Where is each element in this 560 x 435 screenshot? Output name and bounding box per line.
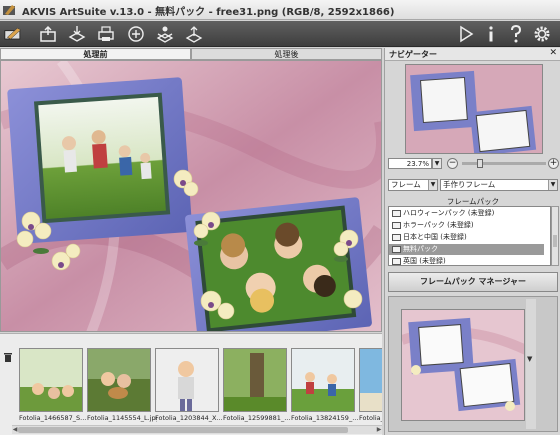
run-icon[interactable] (456, 24, 476, 44)
scroll-right-icon[interactable]: ▶ (376, 426, 382, 434)
chevron-down-icon: ▼ (428, 180, 437, 190)
help-icon[interactable] (506, 24, 526, 44)
list-item-selected[interactable]: 無料パック (389, 244, 544, 255)
thumbnail-item[interactable]: Fotolia_12599881_... (223, 348, 290, 423)
frame-preview-panel: ▼ (388, 296, 558, 432)
brushes-icon[interactable] (4, 24, 28, 44)
save-icon[interactable] (67, 24, 87, 44)
thumbnail-item[interactable]: Fotolia_... (359, 348, 382, 423)
folder-icon (392, 210, 401, 217)
thumbnail-caption: Fotolia_1203844_X... (155, 414, 223, 422)
view-tabs: 処理前 処理後 (0, 48, 382, 60)
open-file-icon[interactable] (38, 24, 58, 44)
frame-preview-image[interactable] (401, 309, 525, 421)
thumbnail-image (359, 348, 382, 412)
thumbnail-image (19, 348, 83, 412)
zoom-out-button[interactable]: − (447, 158, 458, 169)
tab-after[interactable]: 処理後 (191, 48, 382, 60)
framed-photo-collage (1, 61, 381, 331)
thumbnail-caption: Fotolia_1466587_S... (19, 414, 87, 422)
upload-icon[interactable] (184, 24, 204, 44)
thumbnail-image (155, 348, 219, 412)
share-icon[interactable] (126, 24, 146, 44)
image-filmstrip: Fotolia_1466587_S... Fotolia_1145554_L.j… (0, 333, 382, 435)
navigator-title: ナビゲーター (389, 50, 437, 59)
chevron-down-icon[interactable]: ▼ (527, 355, 532, 363)
zoom-slider-track[interactable] (462, 162, 546, 165)
effect-type-value: フレーム (391, 180, 421, 189)
window-title: AKVIS ArtSuite v.13.0 - 無料パック - free31.p… (22, 7, 395, 18)
folder-icon (392, 246, 401, 253)
batch-icon[interactable] (155, 24, 175, 44)
list-item[interactable]: ホラーパック (未登録) (389, 220, 544, 231)
navigator-header: ナビゲーター ✕ (385, 48, 560, 61)
scrollbar-thumb[interactable] (553, 235, 557, 247)
zoom-slider-handle[interactable] (477, 159, 484, 168)
frame-style-select[interactable]: 手作りフレーム ▼ (440, 179, 558, 191)
thumbnail-item[interactable]: Fotolia_1466587_S... (19, 348, 86, 423)
image-canvas[interactable] (0, 60, 382, 332)
list-item[interactable]: ハロウィーンパック (未登録) (389, 208, 544, 219)
thumbnail-image (291, 348, 355, 412)
chevron-down-icon[interactable]: ▼ (432, 158, 442, 169)
frame-pack-list: ハロウィーンパック (未登録) ホラーパック (未登録) 日本と中国 (未登録)… (388, 206, 551, 266)
preview-scrollbar[interactable]: ▼ (526, 299, 536, 429)
folder-icon (392, 234, 401, 241)
thumbnail-item[interactable]: Fotolia_1145554_L.jpg (87, 348, 157, 423)
filmstrip-scrollbar[interactable]: ◀ ▶ (12, 425, 382, 434)
akvis-app-icon (3, 5, 15, 15)
chevron-down-icon: ▼ (548, 180, 557, 190)
folder-icon (392, 258, 401, 265)
list-item[interactable]: 英国 (未登録) (389, 256, 544, 265)
effect-type-select[interactable]: フレーム ▼ (388, 179, 438, 191)
pack-list-scrollbar[interactable] (551, 206, 559, 266)
close-icon[interactable]: ✕ (549, 48, 557, 58)
tab-before[interactable]: 処理前 (0, 48, 191, 60)
folder-icon (392, 222, 401, 229)
trash-icon[interactable] (3, 351, 13, 362)
print-icon[interactable] (96, 24, 116, 44)
frame-style-value: 手作りフレーム (443, 180, 496, 189)
thumbnail-item[interactable]: Fotolia_13824159_... (291, 348, 358, 423)
info-icon[interactable] (481, 24, 501, 44)
thumbnail-caption: Fotolia_... (359, 414, 382, 422)
frame-selectors: フレーム ▼ 手作りフレーム ▼ (385, 178, 560, 192)
title-bar: AKVIS ArtSuite v.13.0 - 無料パック - free31.p… (0, 0, 560, 20)
thumbnail-caption: Fotolia_12599881_... (223, 414, 291, 422)
main-toolbar (0, 21, 560, 47)
zoom-in-button[interactable]: + (548, 158, 559, 169)
frame-pack-manager-button[interactable]: フレームパック マネージャー (388, 272, 558, 292)
settings-icon[interactable] (532, 24, 552, 44)
thumbnail-caption: Fotolia_13824159_... (291, 414, 359, 422)
zoom-input[interactable]: 23.7% (388, 158, 432, 169)
zoom-controls: 23.7% ▼ − + (385, 157, 560, 171)
navigator-preview[interactable] (405, 64, 543, 154)
right-panel: ナビゲーター ✕ 23.7% ▼ − + フレーム ▼ 手作りフレーム ▼ フレ… (384, 48, 560, 435)
thumbnail-caption: Fotolia_1145554_L.jpg (87, 414, 157, 422)
list-item[interactable]: 日本と中国 (未登録) (389, 232, 544, 243)
thumbnail-image (87, 348, 151, 412)
thumbnail-item[interactable]: Fotolia_1203844_X... (155, 348, 223, 423)
scrollbar-thumb[interactable] (18, 427, 348, 433)
thumbnail-image (223, 348, 287, 412)
